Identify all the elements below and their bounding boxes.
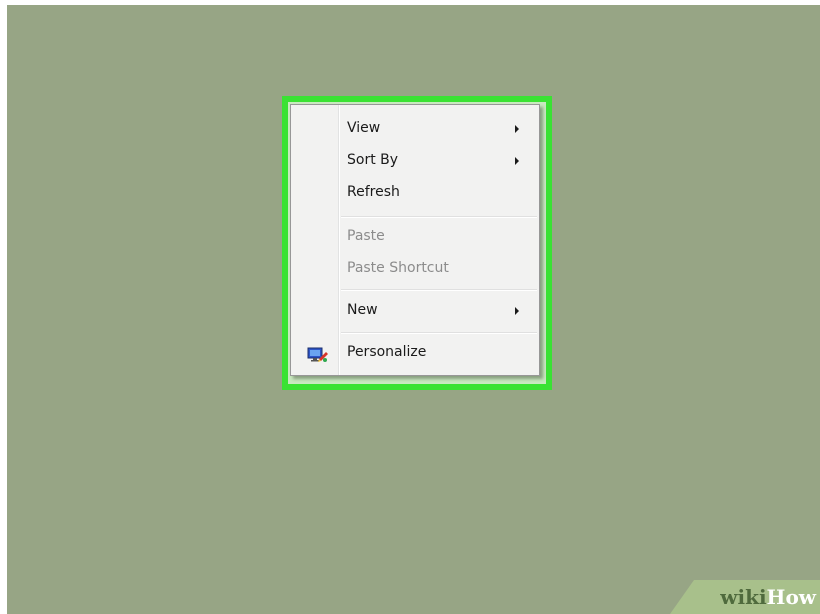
submenu-arrow-icon — [515, 307, 519, 315]
menu-item-paste-shortcut[interactable]: Paste Shortcut — [291, 254, 539, 284]
menu-item-personalize[interactable]: Personalize — [291, 338, 539, 368]
menu-separator — [341, 332, 537, 334]
watermark-logo: wikiHow — [720, 585, 816, 609]
menu-separator — [341, 289, 537, 291]
menu-item-paste[interactable]: Paste — [291, 222, 539, 252]
menu-item-label: Paste — [347, 228, 385, 244]
menu-item-label: Sort By — [347, 152, 399, 168]
watermark-wiki-text: wiki — [720, 585, 767, 609]
wikihow-watermark: wikiHow — [660, 568, 820, 614]
submenu-arrow-icon — [515, 125, 519, 133]
personalize-icon — [307, 347, 328, 362]
submenu-arrow-icon — [515, 157, 519, 165]
menu-item-refresh[interactable]: Refresh — [291, 178, 539, 208]
menu-item-label: New — [347, 302, 378, 318]
menu-item-new[interactable]: New — [291, 296, 539, 326]
menu-item-view[interactable]: View — [291, 114, 539, 144]
menu-item-label: Personalize — [347, 344, 427, 360]
menu-item-label: Refresh — [347, 184, 400, 200]
menu-separator — [341, 216, 537, 218]
watermark-how-text: How — [766, 585, 816, 609]
menu-item-label: View — [347, 120, 381, 136]
context-menu: View Sort By Refresh Paste Paste Shortcu… — [290, 104, 540, 376]
menu-item-sort-by[interactable]: Sort By — [291, 146, 539, 176]
menu-item-label: Paste Shortcut — [347, 260, 449, 276]
